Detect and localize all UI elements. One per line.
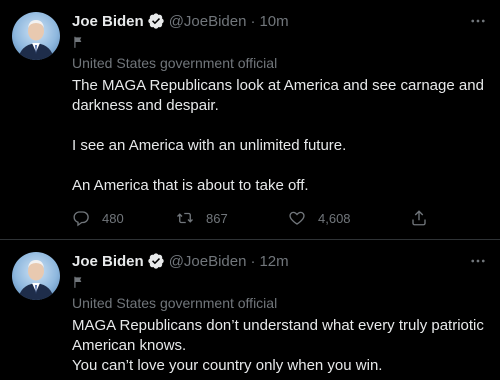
government-label[interactable]: United States government official: [72, 294, 488, 312]
tweet-paragraph: The MAGA Republicans look at America and…: [72, 77, 484, 114]
separator: ·: [250, 12, 256, 30]
label-row: [72, 272, 488, 292]
label-row: [72, 32, 488, 52]
share-button[interactable]: [410, 209, 440, 227]
verified-badge-icon: [148, 253, 164, 269]
share-icon: [412, 210, 426, 226]
author-name[interactable]: Joe Biden: [72, 13, 144, 30]
tweet-paragraph: You can’t love your country only when yo…: [72, 357, 383, 374]
retweet-count: 867: [206, 210, 228, 226]
reply-count: 480: [102, 210, 124, 226]
author-handle[interactable]: @JoeBiden: [169, 13, 247, 30]
flag-icon: [74, 36, 82, 48]
tweet-paragraph: MAGA Republicans don’t understand what e…: [72, 317, 484, 354]
tweet-header: Joe Biden @JoeBiden · 12m: [72, 250, 488, 272]
tweet-text: MAGA Republicans don’t understand what e…: [72, 316, 488, 376]
avatar[interactable]: [12, 252, 60, 300]
author-handle[interactable]: @JoeBiden: [169, 253, 247, 270]
tweet[interactable]: Joe Biden @JoeBiden · 10m United States …: [0, 0, 500, 240]
verified-badge-icon: [148, 13, 164, 29]
timestamp[interactable]: 10m: [259, 13, 288, 30]
reply-icon: [73, 211, 89, 227]
government-label[interactable]: United States government official: [72, 54, 488, 72]
tweet-paragraph: I see an America with an unlimited futur…: [72, 137, 347, 154]
like-icon: [289, 211, 305, 225]
tweet-header: Joe Biden @JoeBiden · 10m: [72, 10, 488, 32]
more-options-button[interactable]: [468, 12, 488, 30]
tweet-text: The MAGA Republicans look at America and…: [72, 76, 488, 196]
tweet[interactable]: Joe Biden @JoeBiden · 12m United States …: [0, 240, 500, 380]
avatar-portrait-icon: [18, 260, 54, 300]
avatar[interactable]: [12, 12, 60, 60]
timestamp[interactable]: 12m: [259, 253, 288, 270]
retweet-icon: [177, 212, 193, 224]
more-options-button[interactable]: [468, 252, 488, 270]
retweet-button[interactable]: 867: [176, 209, 228, 227]
like-button[interactable]: 4,608: [288, 209, 351, 227]
avatar-portrait-icon: [18, 20, 54, 60]
tweet-paragraph: An America that is about to take off.: [72, 177, 309, 194]
reply-button[interactable]: 480: [72, 209, 124, 227]
flag-icon: [74, 276, 82, 288]
tweet-actions: 480 867 4,608: [72, 208, 440, 228]
like-count: 4,608: [318, 210, 351, 226]
more-icon: [471, 19, 485, 23]
author-name[interactable]: Joe Biden: [72, 253, 144, 270]
separator: ·: [250, 252, 256, 270]
more-icon: [471, 259, 485, 263]
